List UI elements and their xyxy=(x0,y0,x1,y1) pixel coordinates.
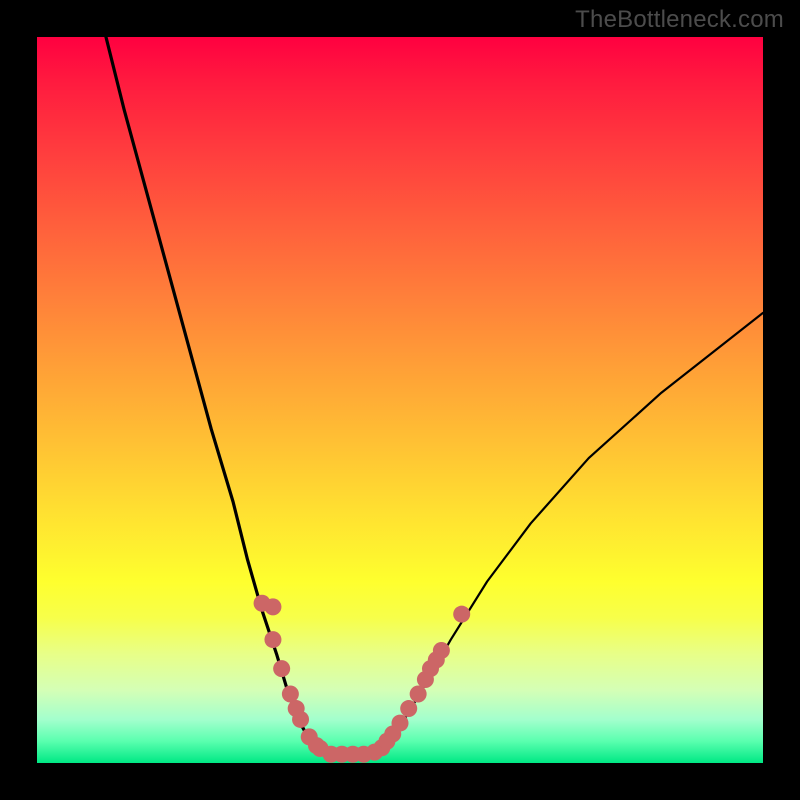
chart-plot-area xyxy=(37,37,763,763)
highlight-dot xyxy=(392,715,409,732)
highlight-dot xyxy=(292,711,309,728)
highlight-dot xyxy=(273,660,290,677)
highlight-dot xyxy=(433,642,450,659)
chart-svg xyxy=(37,37,763,763)
marker-group xyxy=(254,595,471,763)
chart-frame: TheBottleneck.com xyxy=(0,0,800,800)
watermark-text: TheBottleneck.com xyxy=(575,6,784,34)
curve-curve-right xyxy=(371,313,763,754)
highlight-dot xyxy=(410,686,427,703)
highlight-dot xyxy=(453,606,470,623)
highlight-dot xyxy=(400,700,417,717)
highlight-dot xyxy=(282,686,299,703)
highlight-dot xyxy=(264,598,281,615)
curve-curve-left xyxy=(106,37,327,754)
highlight-dot xyxy=(264,631,281,648)
